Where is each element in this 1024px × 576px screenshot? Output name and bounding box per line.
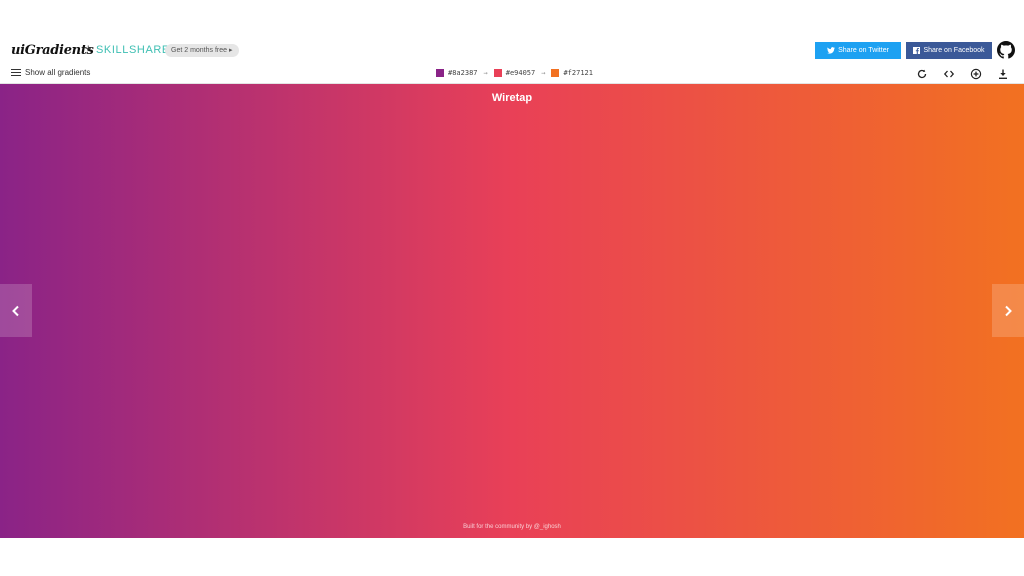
gradient-preview: Wiretap Built for the community by @_igh…	[0, 84, 1024, 538]
chevron-right-icon	[1005, 305, 1012, 316]
add-icon[interactable]	[970, 68, 982, 80]
toolbar: Show all gradients #8a2387 → #e94057 → #…	[0, 64, 1024, 84]
share-facebook-button[interactable]: Share on Facebook	[906, 42, 992, 59]
color-swatch[interactable]	[551, 69, 560, 77]
color-code[interactable]: #f27121	[563, 69, 593, 77]
gradient-name: Wiretap	[491, 92, 533, 104]
show-all-label: Show all gradients	[25, 68, 91, 77]
promo-text: Get 2 months free	[171, 47, 228, 54]
footer-credit[interactable]: Built for the community by @_ighosh	[0, 524, 1024, 530]
arrow-icon: →	[483, 69, 488, 77]
twitter-icon	[827, 47, 836, 54]
previous-gradient-button[interactable]	[0, 284, 32, 337]
github-icon[interactable]	[997, 41, 1015, 59]
skillshare-link[interactable]: SKILLSHARE	[96, 44, 170, 56]
chevron-left-icon	[12, 305, 19, 316]
hamburger-icon	[11, 68, 21, 77]
color-code[interactable]: #e94057	[506, 69, 536, 77]
caret-right-icon: ▸	[228, 47, 233, 54]
color-swatch[interactable]	[493, 69, 502, 77]
share-twitter-button[interactable]: Share on Twitter	[815, 42, 901, 59]
uigradients-logo[interactable]: uiGradients	[11, 43, 94, 58]
top-header: uiGradients + SKILLSHARE Get 2 months fr…	[0, 38, 1024, 65]
color-swatch[interactable]	[436, 69, 444, 77]
arrow-icon: →	[541, 69, 546, 77]
color-code[interactable]: #8a2387	[448, 69, 478, 77]
next-gradient-button[interactable]	[992, 284, 1024, 337]
plus-sign: +	[85, 43, 92, 55]
gradient-color-stops: #8a2387 → #e94057 → #f27121	[436, 69, 593, 77]
code-icon[interactable]	[943, 68, 955, 80]
facebook-icon	[913, 47, 921, 54]
show-all-gradients-button[interactable]: Show all gradients	[11, 68, 90, 77]
share-facebook-label: Share on Facebook	[923, 47, 985, 54]
rotate-icon[interactable]	[916, 68, 928, 80]
promo-badge[interactable]: Get 2 months free ▸	[165, 44, 239, 57]
share-twitter-label: Share on Twitter	[838, 47, 889, 54]
download-icon[interactable]	[997, 68, 1009, 80]
